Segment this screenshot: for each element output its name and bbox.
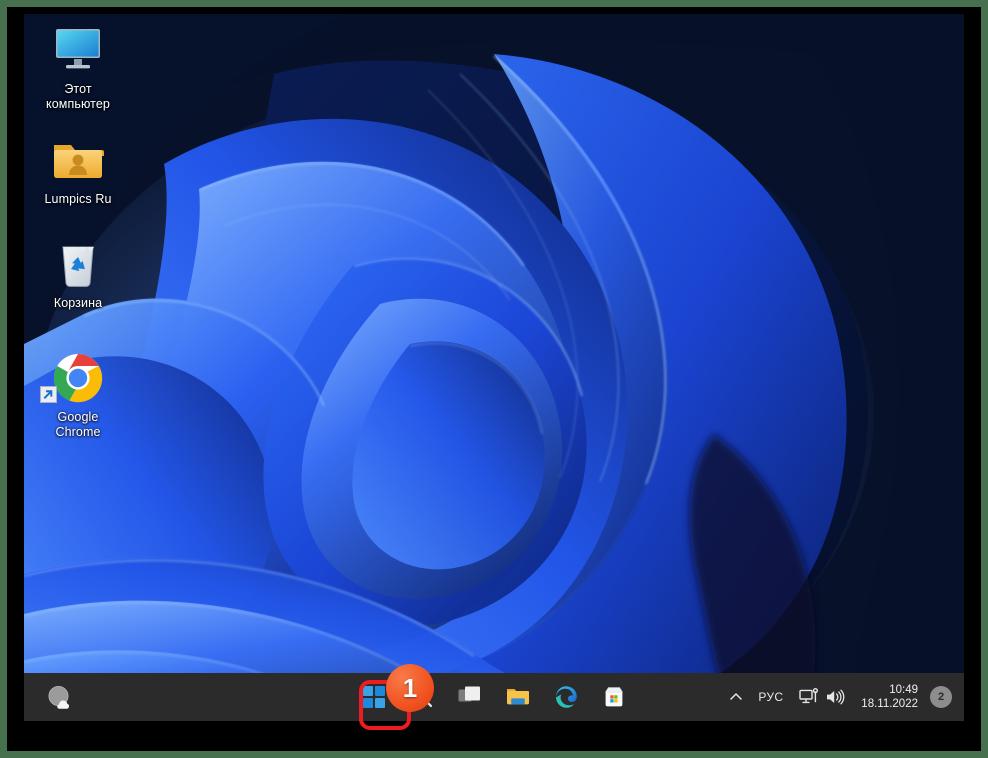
file-explorer-button[interactable] <box>498 677 538 717</box>
tray-status-icons[interactable] <box>791 677 853 717</box>
desktop-icon-label: Lumpics Ru <box>44 192 112 206</box>
clock-and-date[interactable]: 10:49 18.11.2022 <box>853 677 926 717</box>
store-icon <box>605 687 623 707</box>
cloud-sun-icon <box>48 685 70 709</box>
network-icon <box>799 688 819 704</box>
bottom-black-strip <box>24 721 964 740</box>
taskbar: РУС 10:49 18.11.2022 2 <box>24 673 964 721</box>
volume-icon <box>827 689 845 705</box>
wallpaper-bloom-art <box>24 14 964 740</box>
step-badge-1: 1 <box>386 664 434 712</box>
shortcut-arrow-icon <box>40 386 57 403</box>
desktop-icon-label: Корзина <box>53 296 103 310</box>
desktop-icon-lumpics-ru[interactable]: Lumpics Ru <box>26 132 130 207</box>
edge-button[interactable] <box>546 677 586 717</box>
desktop-icon-label: Google Chrome <box>55 410 101 439</box>
show-hidden-icons-button[interactable] <box>722 677 750 717</box>
windows-desktop-screen: Этот компьютер Lumpics Ru Корзина Google… <box>24 14 964 740</box>
desktop-wallpaper[interactable] <box>24 14 964 740</box>
image-frame: Этот компьютер Lumpics Ru Корзина Google… <box>0 0 988 758</box>
desktop-icon-this-pc[interactable]: Этот компьютер <box>26 22 130 112</box>
notification-badge[interactable]: 2 <box>930 686 952 708</box>
desktop-icon-recycle-bin[interactable]: Корзина <box>26 236 130 311</box>
monitor-icon <box>26 22 130 78</box>
edge-icon <box>556 686 577 708</box>
task-view-button[interactable] <box>450 677 490 717</box>
store-button[interactable] <box>594 677 634 717</box>
recycle-bin-icon <box>26 236 130 292</box>
weather-widget[interactable] <box>24 683 96 711</box>
system-tray: РУС 10:49 18.11.2022 2 <box>722 673 964 721</box>
clock-date: 18.11.2022 <box>861 698 918 710</box>
chrome-icon <box>26 350 130 406</box>
desktop-icon-label: Этот компьютер <box>46 82 110 111</box>
chevron-up-icon <box>730 693 743 700</box>
desktop-icon-google-chrome[interactable]: Google Chrome <box>26 350 130 440</box>
folder-icon <box>507 689 529 705</box>
language-indicator[interactable]: РУС <box>750 677 791 717</box>
task-view-icon <box>458 686 480 702</box>
user-folder-icon <box>26 132 130 188</box>
clock-time: 10:49 <box>889 684 918 696</box>
